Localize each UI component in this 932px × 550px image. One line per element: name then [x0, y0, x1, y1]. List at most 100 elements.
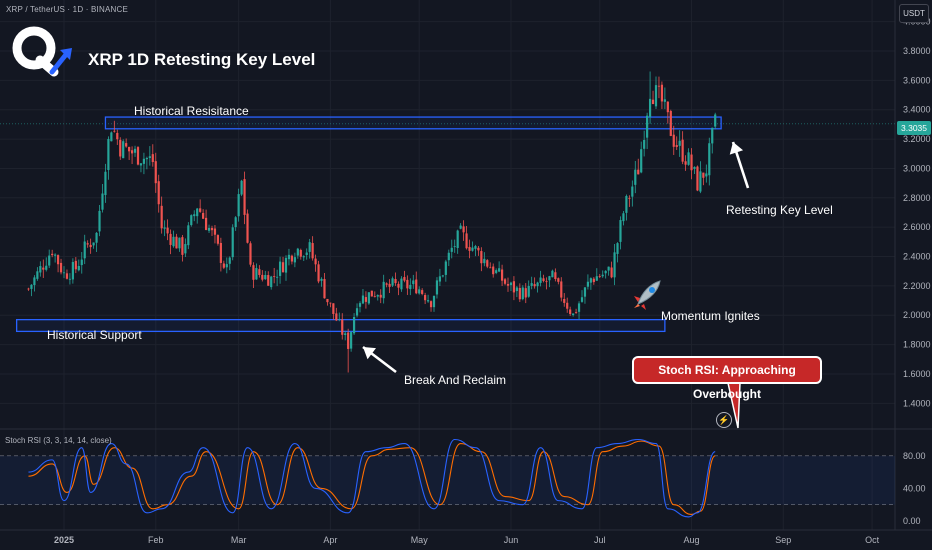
lightning-icon[interactable]: ⚡: [716, 412, 732, 428]
candle-body: [595, 276, 598, 281]
time-tick-label: May: [411, 535, 429, 545]
price-tick-label: 1.8000: [903, 340, 931, 350]
candle-body: [311, 243, 314, 259]
candle-body: [163, 227, 166, 229]
candle-body: [604, 270, 607, 274]
candle-body: [426, 300, 430, 302]
candle-body: [335, 313, 338, 321]
candle-body: [54, 254, 57, 256]
candle-body: [281, 262, 285, 273]
candle-body: [68, 278, 72, 280]
candle-body: [521, 287, 524, 300]
candle-body: [113, 130, 116, 132]
candle-body: [373, 296, 376, 298]
candle-body: [347, 332, 350, 349]
candle-body: [264, 275, 267, 280]
candle-body: [415, 279, 418, 294]
candle-body: [660, 84, 664, 102]
symbol-info[interactable]: XRP / TetherUS · 1D · BINANCE: [6, 5, 128, 14]
candle-body: [45, 265, 48, 270]
candle-body: [714, 114, 717, 127]
candle-body: [397, 283, 400, 288]
candle-body: [560, 281, 563, 298]
candle-body: [503, 279, 507, 284]
candle-body: [133, 148, 137, 153]
candle-body: [361, 295, 365, 304]
candle-body: [89, 244, 92, 248]
candle-body: [453, 246, 456, 247]
candle-body: [536, 282, 539, 287]
resistance-zone: [104, 116, 722, 130]
candle-body: [252, 265, 255, 280]
price-tick-label: 3.0000: [903, 163, 931, 173]
candle-body: [429, 301, 433, 308]
candle-body: [394, 278, 397, 284]
candle-body: [654, 85, 658, 107]
candle-body: [222, 263, 225, 268]
candle-body: [210, 227, 214, 231]
time-axis[interactable]: 2025 Feb Mar Apr May Jun Jul Aug Sep Oct: [54, 535, 880, 545]
indicator-label[interactable]: Stoch RSI (3, 3, 14, 14, close): [5, 436, 112, 445]
candle-body: [39, 266, 42, 273]
time-tick-label: Oct: [865, 535, 880, 545]
candle-body: [385, 283, 388, 285]
candle-body: [400, 278, 403, 290]
candle-body: [637, 169, 640, 175]
candle-body: [533, 284, 536, 287]
candle-body: [613, 252, 616, 278]
candle-body: [418, 289, 421, 294]
candle-body: [666, 101, 669, 113]
candle-body: [388, 283, 391, 287]
candle-body: [287, 254, 291, 260]
break-reclaim-label: Break And Reclaim: [404, 373, 506, 387]
candle-body: [444, 261, 447, 275]
candle-body: [305, 252, 308, 256]
candle-body: [672, 134, 675, 147]
price-tick-label: 2.0000: [903, 310, 931, 320]
candle-body: [438, 276, 442, 282]
candle-body: [302, 256, 305, 258]
time-tick-label: Aug: [684, 535, 700, 545]
candle-body: [258, 269, 261, 275]
stoch-rsi-pane: [0, 438, 895, 518]
chart-title: XRP 1D Retesting Key Level: [88, 50, 316, 69]
candle-body: [548, 276, 551, 281]
candle-body: [678, 140, 681, 146]
candle-body: [509, 282, 513, 286]
candle-body: [657, 85, 661, 87]
candle-body: [616, 243, 619, 254]
candle-body: [36, 271, 39, 279]
candle-body: [116, 132, 119, 140]
currency-button[interactable]: USDT: [899, 4, 929, 23]
candle-body: [30, 284, 33, 289]
candle-body: [190, 215, 193, 226]
last-price-tag: 3.3035: [897, 121, 931, 135]
candle-body: [432, 295, 436, 308]
price-axis[interactable]: 1.4000 1.6000 1.8000 2.0000 2.2000 2.4000 2.60…: [903, 17, 931, 526]
candle-body: [554, 272, 557, 280]
candle-body: [634, 169, 637, 185]
candle-body: [598, 276, 601, 277]
candle-body: [512, 281, 516, 293]
candle-body: [181, 237, 184, 255]
candle-body: [465, 233, 468, 249]
candle-body: [483, 258, 486, 264]
candle-body: [563, 298, 566, 303]
candle-body: [290, 255, 294, 262]
candle-body: [231, 227, 234, 258]
support-label: Historical Support: [47, 328, 142, 342]
candle-body: [119, 139, 122, 157]
candle-body: [308, 242, 311, 252]
candle-body: [95, 232, 98, 243]
candle-body: [708, 143, 711, 176]
candle-body: [142, 158, 146, 164]
candle-body: [196, 208, 199, 217]
candle-body: [364, 297, 368, 302]
candle-body: [643, 139, 646, 149]
candle-body: [225, 264, 228, 268]
candle-body: [344, 333, 347, 335]
candle-body: [406, 279, 409, 289]
candle-body: [500, 269, 504, 281]
candle-body: [518, 287, 521, 300]
candle-body: [128, 146, 131, 152]
